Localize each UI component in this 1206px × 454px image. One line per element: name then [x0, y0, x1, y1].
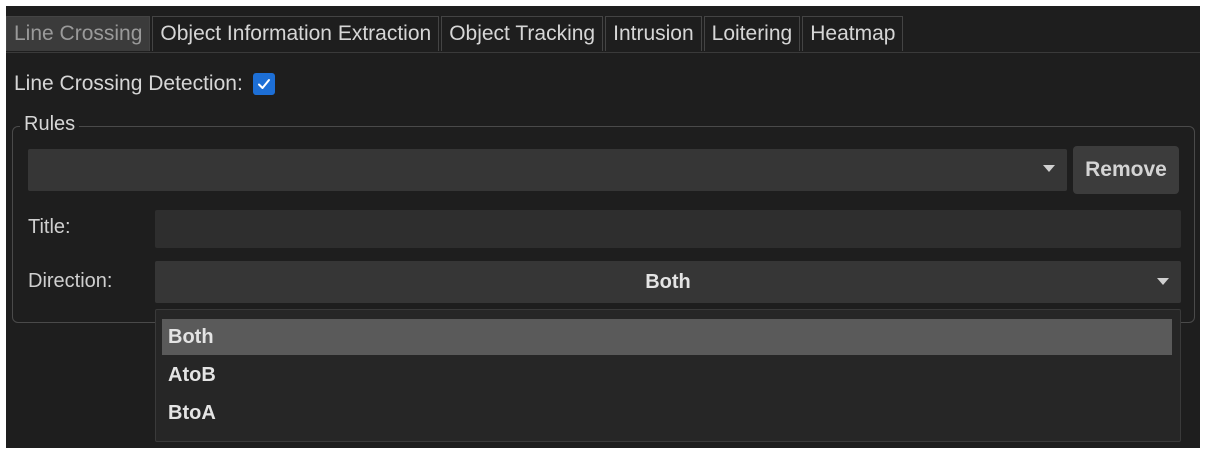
direction-dropdown-list: Both AtoB BtoA	[155, 309, 1181, 442]
settings-panel: Line Crossing Object Information Extract…	[6, 6, 1200, 448]
rules-legend: Rules	[20, 112, 80, 136]
line-crossing-detection-checkbox[interactable]	[252, 73, 275, 95]
direction-select-value: Both	[645, 271, 691, 293]
remove-button[interactable]: Remove	[1073, 146, 1179, 194]
tab-bar: Line Crossing Object Information Extract…	[6, 16, 1200, 53]
direction-option-atob[interactable]: AtoB	[162, 357, 1172, 393]
chevron-down-icon	[1157, 278, 1169, 285]
check-icon	[257, 79, 270, 89]
tab-intrusion[interactable]: Intrusion	[605, 16, 702, 51]
direction-option-btoa[interactable]: BtoA	[162, 395, 1172, 431]
title-label: Title:	[28, 216, 71, 238]
tab-heatmap[interactable]: Heatmap	[802, 16, 904, 51]
title-input[interactable]	[155, 210, 1181, 248]
tab-loitering[interactable]: Loitering	[703, 16, 801, 51]
line-crossing-detection-label: Line Crossing Detection:	[14, 72, 243, 95]
tab-line-crossing[interactable]: Line Crossing	[6, 16, 151, 51]
rule-select[interactable]	[28, 149, 1067, 191]
line-crossing-detection-row: Line Crossing Detection:	[14, 72, 275, 96]
direction-option-both[interactable]: Both	[162, 319, 1172, 355]
direction-select[interactable]: Both	[155, 261, 1181, 303]
direction-label: Direction:	[28, 270, 113, 292]
tab-object-tracking[interactable]: Object Tracking	[441, 16, 604, 51]
tab-object-information-extraction[interactable]: Object Information Extraction	[152, 16, 440, 51]
chevron-down-icon	[1043, 165, 1055, 172]
